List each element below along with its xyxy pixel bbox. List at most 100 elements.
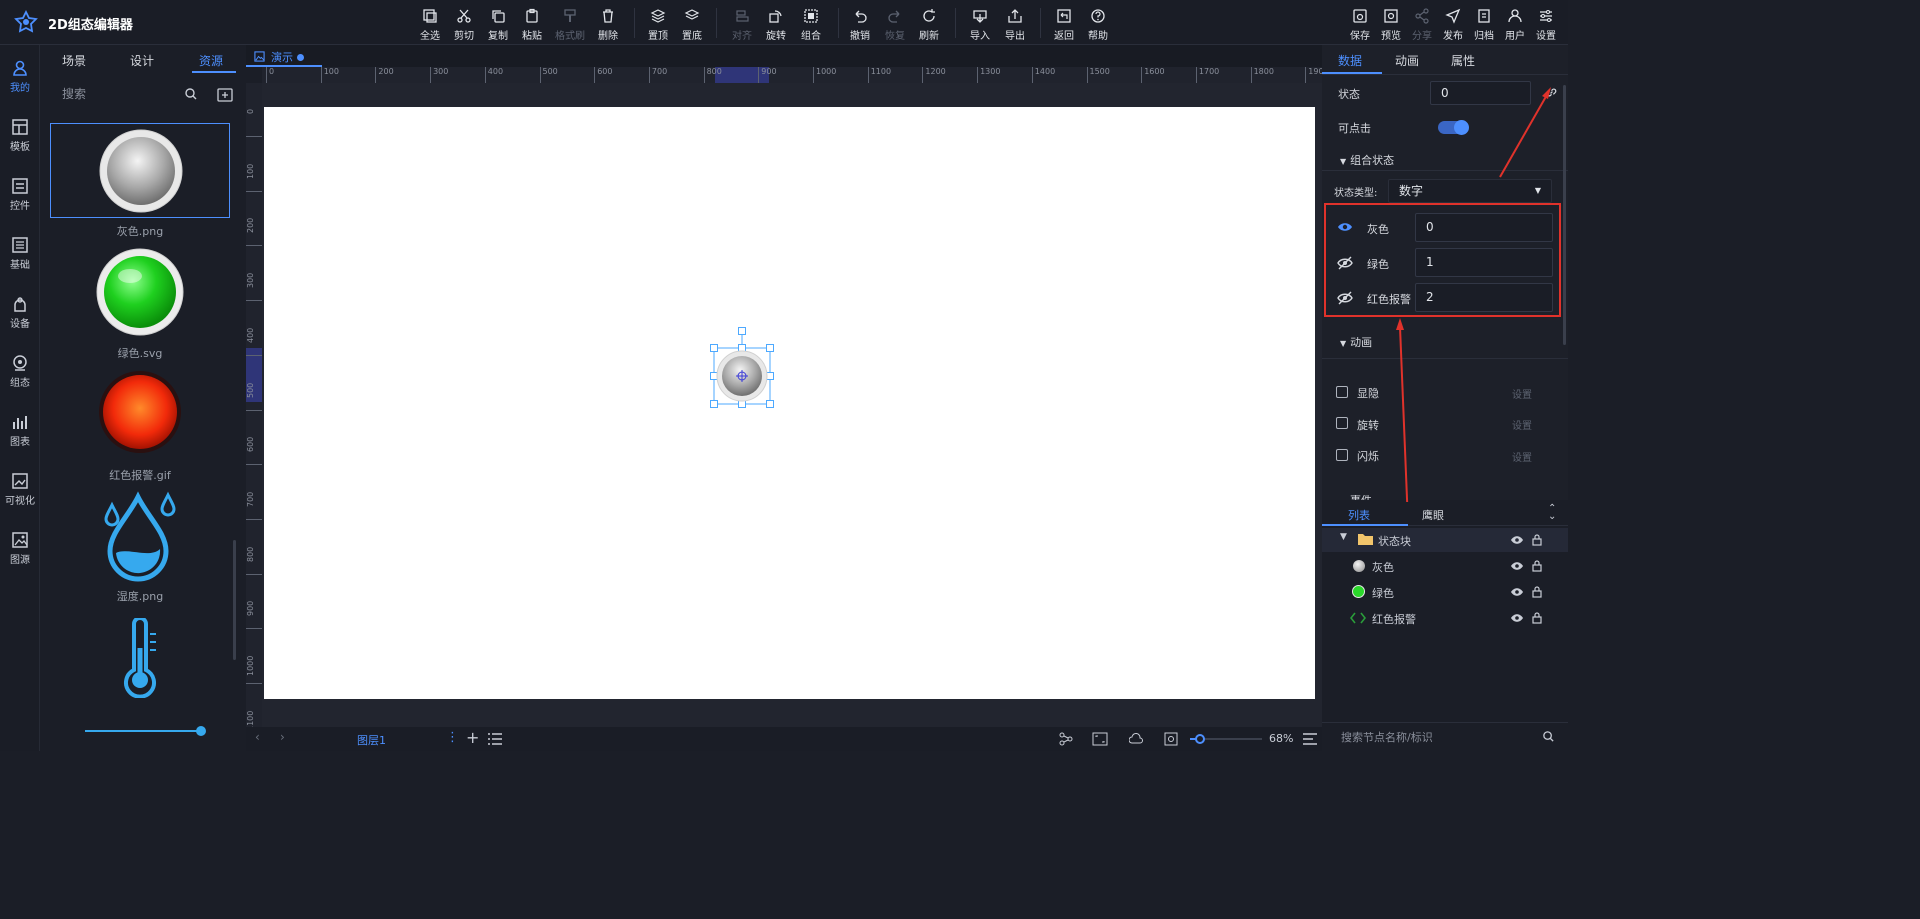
user-button[interactable]: 用户 bbox=[1498, 6, 1532, 42]
lock-icon[interactable] bbox=[1532, 533, 1542, 546]
animation-setting-link[interactable]: 设置 bbox=[1512, 449, 1532, 464]
lock-icon[interactable] bbox=[1532, 559, 1542, 572]
tab-data[interactable]: 数据 bbox=[1338, 52, 1362, 69]
share-button[interactable]: 分享 bbox=[1405, 6, 1439, 42]
layer-menu-icon[interactable]: ⋮ bbox=[446, 730, 459, 745]
back-button[interactable]: 返回 bbox=[1047, 6, 1081, 42]
canvas[interactable] bbox=[264, 107, 1315, 699]
eye-icon[interactable] bbox=[1510, 587, 1524, 597]
link-icon[interactable] bbox=[1545, 86, 1558, 99]
search-icon[interactable] bbox=[184, 87, 198, 101]
send-to-bottom-button[interactable]: 置底 bbox=[675, 6, 709, 42]
layer-row[interactable]: 灰色 bbox=[1322, 554, 1568, 578]
prev-layer-icon[interactable]: ‹ bbox=[255, 730, 260, 744]
eye-icon[interactable] bbox=[1337, 221, 1353, 233]
red-alarm-light-image[interactable] bbox=[98, 370, 182, 454]
tab-resources[interactable]: 资源 bbox=[199, 52, 223, 69]
node-link-icon[interactable] bbox=[1059, 732, 1073, 746]
green-light-image[interactable] bbox=[96, 248, 184, 336]
rotate-button[interactable]: 旋转 bbox=[759, 6, 793, 42]
properties-scrollbar[interactable] bbox=[1563, 85, 1566, 345]
nav-config[interactable]: 组态 bbox=[0, 354, 40, 408]
redo-button[interactable]: 恢复 bbox=[878, 6, 912, 42]
import-button[interactable]: 导入 bbox=[963, 6, 997, 42]
nav-basic[interactable]: 基础 bbox=[0, 236, 40, 290]
tab-attributes[interactable]: 属性 bbox=[1451, 52, 1475, 69]
resource-search-input[interactable] bbox=[50, 83, 190, 105]
eye-off-icon[interactable] bbox=[1337, 291, 1353, 305]
layer-row[interactable]: 绿色 bbox=[1322, 580, 1568, 604]
preview-button[interactable]: 预览 bbox=[1374, 6, 1408, 42]
state-value-input[interactable]: 0 bbox=[1415, 213, 1553, 242]
search-icon[interactable] bbox=[1542, 730, 1555, 743]
zoom-fit-icon[interactable] bbox=[1164, 732, 1178, 746]
layer-tab[interactable]: 图层1 bbox=[357, 732, 386, 748]
animation-header[interactable]: ▼ 动画 bbox=[1340, 334, 1372, 350]
tab-design[interactable]: 设计 bbox=[130, 52, 154, 69]
rotate-checkbox[interactable] bbox=[1336, 417, 1348, 429]
selected-component[interactable] bbox=[710, 327, 774, 408]
nav-template[interactable]: 模板 bbox=[0, 118, 40, 172]
paste-button[interactable]: 粘贴 bbox=[515, 6, 549, 42]
publish-button[interactable]: 发布 bbox=[1436, 6, 1470, 42]
copy-button[interactable]: 复制 bbox=[481, 6, 515, 42]
zoom-slider-handle[interactable] bbox=[1195, 734, 1205, 744]
tab-animation[interactable]: 动画 bbox=[1395, 52, 1419, 69]
next-layer-icon[interactable]: › bbox=[280, 730, 285, 744]
slider-track[interactable] bbox=[85, 730, 200, 732]
expand-collapse-icon[interactable]: ⌃ ⌄ bbox=[1548, 504, 1556, 522]
animation-setting-link[interactable]: 设置 bbox=[1512, 417, 1532, 432]
combo-state-header[interactable]: ▼ 组合状态 bbox=[1340, 152, 1394, 168]
undo-button[interactable]: 撤销 bbox=[843, 6, 877, 42]
state-value-input[interactable]: 1 bbox=[1415, 248, 1553, 277]
cloud-icon[interactable] bbox=[1129, 732, 1143, 746]
canvas-area[interactable] bbox=[262, 83, 1322, 727]
layer-row[interactable]: 红色报警 bbox=[1322, 606, 1568, 630]
save-button[interactable]: 保存 bbox=[1343, 6, 1377, 42]
visibility-checkbox[interactable] bbox=[1336, 386, 1348, 398]
add-folder-icon[interactable] bbox=[217, 87, 233, 103]
refresh-button[interactable]: 刷新 bbox=[912, 6, 946, 42]
eye-icon[interactable] bbox=[1510, 561, 1524, 571]
state-value-input[interactable]: 2 bbox=[1415, 283, 1553, 312]
settings-button[interactable]: 设置 bbox=[1529, 6, 1563, 42]
node-search-input[interactable]: 搜索节点名称/标识 bbox=[1341, 729, 1433, 745]
eye-icon[interactable] bbox=[1510, 613, 1524, 623]
fit-screen-icon[interactable] bbox=[1092, 732, 1108, 746]
resource-scrollbar[interactable] bbox=[233, 540, 236, 660]
tab-eagle-eye[interactable]: 鹰眼 bbox=[1422, 507, 1444, 523]
group-button[interactable]: 组合 bbox=[794, 6, 828, 42]
eye-icon[interactable] bbox=[1510, 535, 1524, 545]
select-all-button[interactable]: 全选 bbox=[413, 6, 447, 42]
align-button[interactable]: 对齐 bbox=[725, 6, 759, 42]
eye-off-icon[interactable] bbox=[1337, 256, 1353, 270]
bring-to-top-button[interactable]: 置顶 bbox=[641, 6, 675, 42]
state-input[interactable]: 0 bbox=[1430, 81, 1531, 105]
chevron-down-icon[interactable]: ▼ bbox=[1340, 532, 1347, 542]
lock-icon[interactable] bbox=[1532, 585, 1542, 598]
tab-list[interactable]: 列表 bbox=[1348, 507, 1370, 523]
clickable-toggle[interactable] bbox=[1438, 120, 1469, 135]
delete-button[interactable]: 删除 bbox=[591, 6, 625, 42]
nav-image-source[interactable]: 图源 bbox=[0, 531, 40, 585]
humidity-drop-image[interactable] bbox=[104, 491, 178, 583]
help-button[interactable]: 帮助 bbox=[1081, 6, 1115, 42]
format-brush-button[interactable]: 格式刷 bbox=[553, 6, 587, 42]
layer-list-icon[interactable] bbox=[488, 733, 502, 745]
lock-icon[interactable] bbox=[1532, 611, 1542, 624]
nav-mine[interactable]: 我的 bbox=[0, 59, 40, 113]
animation-setting-link[interactable]: 设置 bbox=[1512, 386, 1532, 401]
nav-control[interactable]: 控件 bbox=[0, 177, 40, 231]
selection-handles[interactable] bbox=[710, 327, 774, 408]
menu-icon[interactable] bbox=[1303, 733, 1317, 745]
blink-checkbox[interactable] bbox=[1336, 449, 1348, 461]
archive-button[interactable]: 归档 bbox=[1467, 6, 1501, 42]
nav-visualization[interactable]: 可视化 bbox=[0, 472, 40, 526]
layer-group-row[interactable]: ▼ 状态块 bbox=[1322, 528, 1568, 552]
nav-device[interactable]: 设备 bbox=[0, 295, 40, 349]
document-tab[interactable]: 演示 bbox=[254, 49, 304, 65]
asset-gray-selected[interactable] bbox=[50, 123, 230, 218]
export-button[interactable]: 导出 bbox=[998, 6, 1032, 42]
tab-scene[interactable]: 场景 bbox=[62, 52, 86, 69]
cut-button[interactable]: 剪切 bbox=[447, 6, 481, 42]
